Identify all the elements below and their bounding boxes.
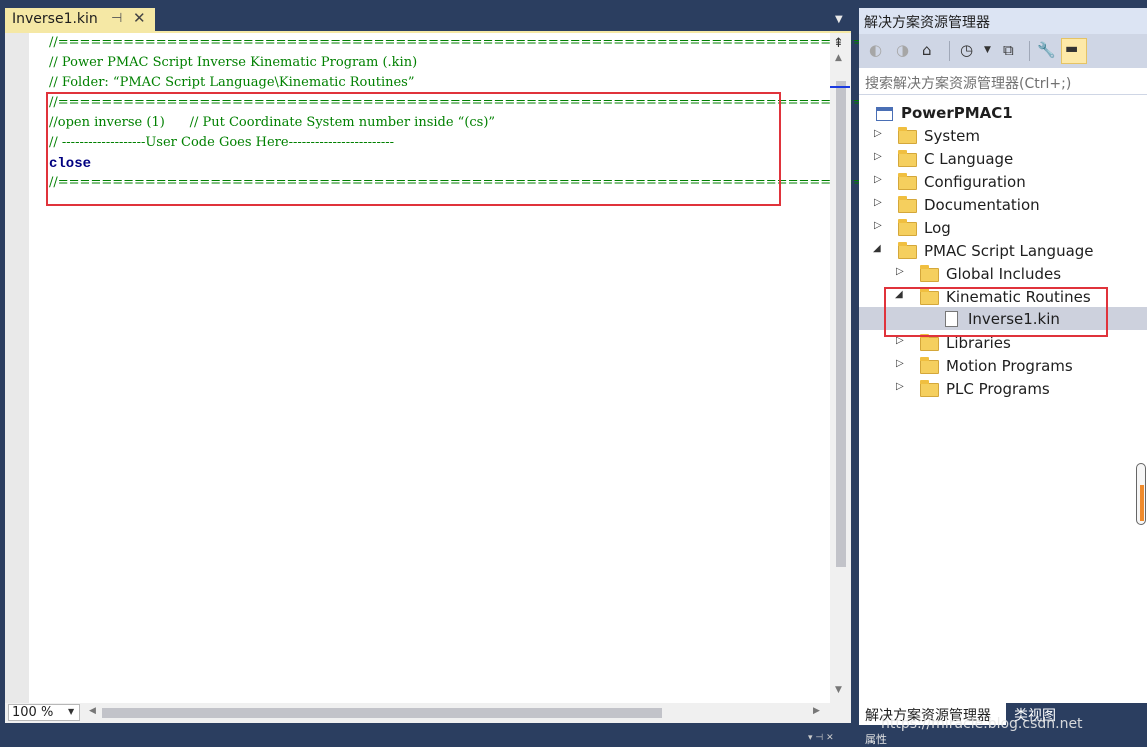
forward-icon[interactable]: ◑ — [896, 41, 909, 59]
tree-node-root[interactable]: PowerPMAC1 — [859, 102, 1147, 124]
properties-label[interactable]: 属性 — [865, 731, 887, 747]
scroll-position-indicator — [1140, 485, 1144, 521]
tree-node-configuration[interactable]: ▷ Configuration — [859, 171, 1147, 193]
toolbar-separator — [949, 41, 950, 61]
solution-explorer-titlebar: 解决方案资源管理器 — [859, 8, 1147, 34]
folder-icon — [898, 219, 917, 236]
folder-icon — [898, 150, 917, 167]
zoom-dropdown[interactable]: 100 % ▼ — [8, 704, 80, 721]
expand-arrow-icon[interactable]: ▷ — [896, 358, 904, 369]
folder-icon — [920, 357, 939, 374]
expand-arrow-icon[interactable]: ▷ — [874, 220, 882, 231]
code-line: //======================================… — [49, 35, 908, 50]
tree-node-c-language[interactable]: ▷ C Language — [859, 148, 1147, 170]
collapse-arrow-icon[interactable]: ◢ — [873, 243, 881, 254]
expand-arrow-icon[interactable]: ▷ — [874, 197, 882, 208]
tree-node-label: Log — [924, 219, 951, 237]
scroll-right-arrow-icon[interactable]: ▶ — [813, 706, 820, 716]
caret-position-marker — [830, 86, 850, 88]
close-icon[interactable]: ✕ — [133, 9, 146, 27]
folder-icon — [920, 334, 939, 351]
expand-arrow-icon[interactable]: ▷ — [896, 381, 904, 392]
folder-icon — [920, 265, 939, 282]
editor-bottom-bar: 100 % ▼ ◀ ▶ — [5, 703, 851, 723]
scroll-up-arrow-icon[interactable]: ▲ — [835, 53, 842, 63]
scroll-down-arrow-icon[interactable]: ▼ — [835, 685, 842, 695]
chevron-down-icon: ▼ — [68, 707, 75, 716]
search-placeholder: 搜索解决方案资源管理器(Ctrl+;) — [865, 76, 1072, 92]
editor-tab-strip: Inverse1.kin ⊣ ✕ ▼ — [0, 0, 857, 33]
split-window-icon[interactable]: ⇞ — [833, 36, 844, 51]
tree-node-label: Global Includes — [946, 265, 1062, 283]
code-line: // Power PMAC Script Inverse Kinematic P… — [49, 55, 418, 70]
solution-explorer-title: 解决方案资源管理器 — [864, 15, 990, 31]
folder-icon — [920, 380, 939, 397]
tree-node-label: C Language — [924, 150, 1014, 168]
collapse-all-icon[interactable]: ⧉ — [1003, 41, 1014, 59]
home-icon[interactable]: ⌂ — [922, 41, 932, 59]
toolbar-separator — [1029, 41, 1030, 61]
expand-arrow-icon[interactable]: ▷ — [874, 128, 882, 139]
expand-arrow-icon[interactable]: ▷ — [874, 174, 882, 185]
tree-node-label: Motion Programs — [946, 357, 1073, 375]
code-line: // Folder: “PMAC Script Language\Kinemat… — [49, 75, 415, 90]
expand-arrow-icon[interactable]: ▷ — [896, 266, 904, 277]
bottom-panel-strip — [0, 723, 857, 743]
tree-node-pmac-script-language[interactable]: ◢ PMAC Script Language — [859, 240, 1147, 262]
tree-node-documentation[interactable]: ▷ Documentation — [859, 194, 1147, 216]
back-icon[interactable]: ◐ — [869, 41, 882, 59]
preview-toggle-icon: ▬ — [1065, 41, 1079, 57]
tree-node-global-includes[interactable]: ▷ Global Includes — [859, 263, 1147, 285]
solution-explorer-toolbar: ◐ ◑ ⌂ ◷ ▼ ⧉ 🔧 ▬ — [859, 34, 1147, 68]
pin-icon[interactable]: ⊣ — [111, 11, 122, 26]
horizontal-scrollbar-thumb[interactable] — [102, 708, 662, 718]
solution-icon — [876, 107, 893, 121]
scroll-left-arrow-icon[interactable]: ◀ — [89, 706, 96, 716]
tree-node-label: PMAC Script Language — [924, 242, 1094, 260]
folder-icon — [898, 173, 917, 190]
code-highlight-box — [46, 92, 781, 206]
watermark-text: https://miracle.blog.csdn.net — [881, 716, 1083, 732]
tree-node-label: Configuration — [924, 173, 1026, 191]
scrollbar-thumb[interactable] — [836, 81, 846, 567]
tree-node-plc-programs[interactable]: ▷ PLC Programs — [859, 378, 1147, 400]
preview-toggle-button[interactable]: ▬ — [1061, 38, 1087, 64]
tab-overflow-dropdown-icon[interactable]: ▼ — [835, 14, 843, 25]
folder-icon — [898, 127, 917, 144]
panel-pin-icon[interactable]: ▾ ⊣ ✕ — [808, 733, 834, 743]
open-folder-icon — [898, 242, 917, 259]
expand-arrow-icon[interactable]: ▷ — [874, 151, 882, 162]
tree-node-log[interactable]: ▷ Log — [859, 217, 1147, 239]
solution-explorer-search[interactable]: 搜索解决方案资源管理器(Ctrl+;) — [859, 69, 1147, 95]
tree-node-motion-programs[interactable]: ▷ Motion Programs — [859, 355, 1147, 377]
folder-icon — [898, 196, 917, 213]
tree-highlight-box — [884, 287, 1108, 337]
editor-vertical-scrollbar[interactable]: ⇞ ▲ ▼ — [830, 33, 851, 703]
tree-node-label: Documentation — [924, 196, 1040, 214]
document-tab[interactable]: Inverse1.kin ⊣ ✕ — [5, 8, 155, 33]
tree-node-system[interactable]: ▷ System — [859, 125, 1147, 147]
tree-node-label: System — [924, 127, 980, 145]
tree-node-label: PowerPMAC1 — [901, 104, 1013, 122]
editor-gutter — [5, 33, 29, 703]
document-tab-title: Inverse1.kin — [12, 11, 98, 27]
dropdown-icon[interactable]: ▼ — [984, 45, 991, 55]
tree-node-label: PLC Programs — [946, 380, 1050, 398]
solution-explorer-panel: 解决方案资源管理器 ◐ ◑ ⌂ ◷ ▼ ⧉ 🔧 ▬ 搜索解决方案资源管理器(Ct… — [859, 8, 1147, 746]
properties-wrench-icon[interactable]: 🔧 — [1037, 41, 1056, 59]
code-editor[interactable]: //======================================… — [5, 33, 907, 703]
zoom-value: 100 % — [12, 705, 54, 720]
history-icon[interactable]: ◷ — [960, 41, 973, 59]
